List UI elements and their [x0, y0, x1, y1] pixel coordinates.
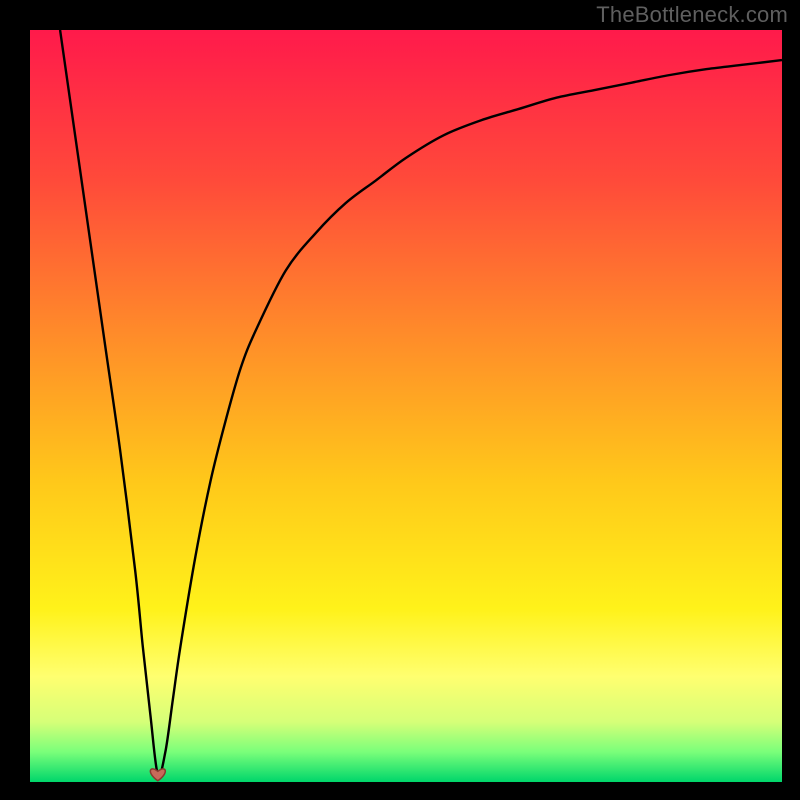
plot-area: [30, 30, 782, 782]
watermark-text: TheBottleneck.com: [596, 2, 788, 28]
chart-svg: [30, 30, 782, 782]
gradient-bg: [30, 30, 782, 782]
chart-frame: TheBottleneck.com: [0, 0, 800, 800]
